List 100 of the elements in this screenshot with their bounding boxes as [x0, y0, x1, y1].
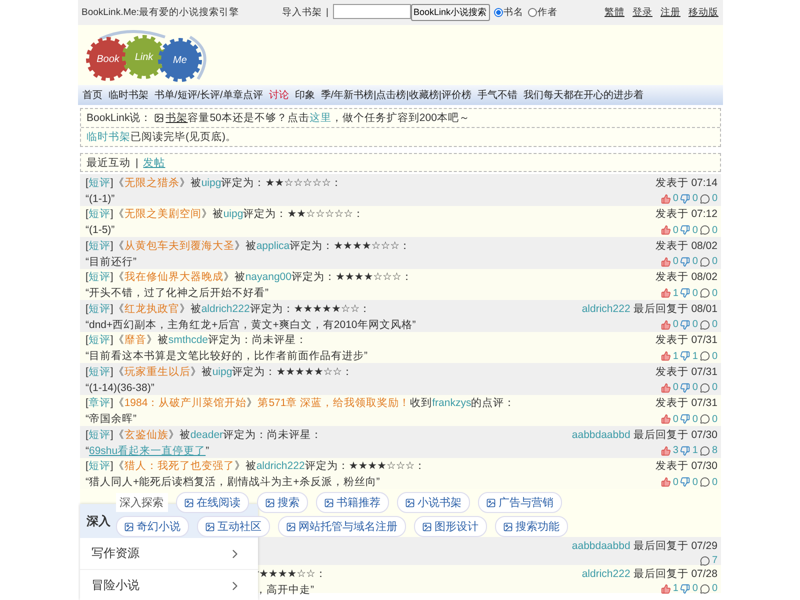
topic-chip[interactable]: 网站托管与域名注册 — [278, 516, 406, 537]
thumbs-down-icon[interactable] — [680, 584, 690, 594]
book-link[interactable]: 红龙执政官 — [124, 302, 180, 316]
comment-icon[interactable] — [700, 556, 710, 566]
book-link[interactable]: 玩家重生以后 — [124, 364, 190, 378]
thumbs-up-icon[interactable] — [660, 225, 671, 235]
book-link[interactable]: 猎人：我死了也变强了 — [124, 459, 234, 473]
menu-item[interactable]: 冒险小说 — [80, 570, 258, 600]
thumbs-up-icon[interactable] — [660, 477, 671, 487]
comment-icon[interactable] — [700, 477, 710, 487]
link[interactable]: 短评 — [88, 270, 110, 284]
thumbs-up-icon[interactable] — [660, 194, 671, 204]
search-button[interactable]: BookLink小说搜索 — [410, 4, 490, 21]
book-link[interactable]: 第571章 深蓝，给我领取奖励！ — [258, 396, 410, 410]
thumbs-up-icon[interactable] — [660, 414, 671, 424]
topic-chip[interactable]: 奇幻小说 — [116, 516, 188, 537]
comment-icon[interactable] — [700, 351, 710, 361]
book-link[interactable]: 我在修仙界大器晚成 — [124, 270, 224, 284]
import-link[interactable]: 导入书架 — [282, 6, 322, 19]
nav-link[interactable]: 讨论 — [268, 88, 289, 102]
nav-link[interactable]: 临时书架 — [108, 88, 148, 102]
link[interactable]: aldrich222 — [256, 460, 305, 472]
topic-chip[interactable]: 广告与营销 — [478, 492, 562, 513]
thumbs-down-icon[interactable] — [680, 256, 690, 266]
link[interactable]: 短评 — [88, 302, 110, 316]
nav-link[interactable]: 首页 — [82, 88, 102, 102]
nav-link[interactable]: 季/年新书榜|点击榜|收藏榜|评价榜 — [320, 88, 472, 102]
thumbs-up-icon[interactable] — [660, 446, 671, 456]
thumbs-up-icon[interactable] — [660, 288, 671, 298]
link[interactable]: smthcde — [168, 334, 208, 346]
thumbs-down-icon[interactable] — [680, 351, 690, 361]
link[interactable]: 短评 — [88, 364, 110, 378]
link[interactable]: 章评 — [88, 396, 110, 410]
comment-icon[interactable] — [700, 584, 710, 594]
user-link[interactable]: aabbdaabbd — [572, 428, 630, 440]
link[interactable]: 短评 — [88, 428, 110, 442]
comment-icon[interactable] — [700, 288, 710, 298]
header-link[interactable]: 登录 — [632, 6, 652, 19]
link[interactable]: 书架 — [166, 111, 188, 125]
link[interactable]: uipg — [201, 176, 222, 188]
book-link[interactable]: 1984：从破产川菜馆开始 — [124, 396, 247, 410]
nav-link[interactable]: 我们每天都在开心的进步着 — [523, 88, 644, 102]
book-link[interactable]: 从黄包车夫到覆海大圣 — [124, 238, 234, 252]
header-link[interactable]: 注册 — [660, 6, 680, 19]
link[interactable]: 短评 — [88, 238, 110, 252]
link[interactable]: aldrich222 — [201, 302, 250, 314]
comment-icon[interactable] — [700, 382, 710, 392]
nav-link[interactable]: 手气不错 — [477, 88, 518, 102]
topic-chip[interactable]: 在线阅读 — [176, 492, 248, 513]
book-link[interactable]: 靡音 — [124, 333, 146, 347]
thumbs-up-icon[interactable] — [660, 584, 671, 594]
nav-link[interactable]: 书单/短评/长评/单章点评 — [154, 88, 263, 102]
post-link[interactable]: 发帖 — [143, 156, 166, 170]
comment-icon[interactable] — [700, 446, 710, 456]
link[interactable]: 短评 — [88, 459, 110, 473]
user-link[interactable]: aldrich222 — [582, 302, 630, 314]
link[interactable]: 69shu看起来一直停更了 — [89, 444, 206, 458]
nav-link[interactable]: 印象 — [294, 88, 315, 102]
comment-icon[interactable] — [700, 414, 710, 424]
comment-icon[interactable] — [700, 194, 710, 204]
thumbs-down-icon[interactable] — [680, 225, 690, 235]
link[interactable]: uipg — [223, 208, 244, 220]
thumbs-down-icon[interactable] — [680, 320, 690, 330]
book-link[interactable]: 无限之猎杀 — [124, 176, 180, 190]
link[interactable]: 短评 — [88, 207, 110, 221]
comment-icon[interactable] — [700, 225, 710, 235]
link[interactable]: applica — [256, 240, 290, 252]
thumbs-up-icon[interactable] — [660, 256, 671, 266]
thumbs-down-icon[interactable] — [680, 288, 690, 298]
tab-label[interactable]: 最近互动 — [86, 156, 130, 170]
comment-icon[interactable] — [700, 256, 710, 266]
thumbs-down-icon[interactable] — [680, 446, 690, 456]
menu-item[interactable]: 写作资源 — [80, 538, 258, 570]
link[interactable]: 临时书架 — [86, 130, 130, 144]
topic-chip[interactable]: 书籍推荐 — [316, 492, 388, 513]
book-link[interactable]: 无限之美剧空间 — [124, 207, 202, 221]
link[interactable]: uipg — [212, 366, 232, 378]
user-link[interactable]: aabbdaabbd — [572, 540, 630, 552]
link[interactable]: 短评 — [88, 333, 110, 347]
topic-chip[interactable]: 图形设计 — [414, 516, 486, 537]
link[interactable]: deader — [190, 428, 224, 440]
topic-chip[interactable]: 互动社区 — [196, 516, 270, 537]
search-field[interactable] — [332, 4, 410, 19]
topic-chip[interactable]: 小说书架 — [396, 492, 470, 513]
book-link[interactable]: 玄鉴仙族 — [124, 428, 168, 442]
link[interactable]: nayang00 — [245, 271, 292, 283]
link[interactable]: 短评 — [88, 176, 110, 190]
link[interactable]: 这里 — [309, 111, 332, 125]
thumbs-down-icon[interactable] — [680, 382, 690, 392]
thumbs-down-icon[interactable] — [680, 414, 690, 424]
topic-chip[interactable]: 搜索 — [256, 492, 308, 513]
thumbs-up-icon[interactable] — [660, 351, 671, 361]
comment-icon[interactable] — [700, 320, 710, 330]
user-link[interactable]: aldrich222 — [582, 568, 630, 580]
radio-button[interactable] — [494, 8, 503, 17]
radio-button[interactable] — [528, 8, 537, 17]
header-link[interactable]: 繁體 — [604, 6, 624, 19]
link[interactable]: frankzys — [432, 397, 472, 409]
topic-chip[interactable]: 搜索功能 — [494, 516, 568, 537]
header-link[interactable]: 移动版 — [688, 6, 718, 19]
